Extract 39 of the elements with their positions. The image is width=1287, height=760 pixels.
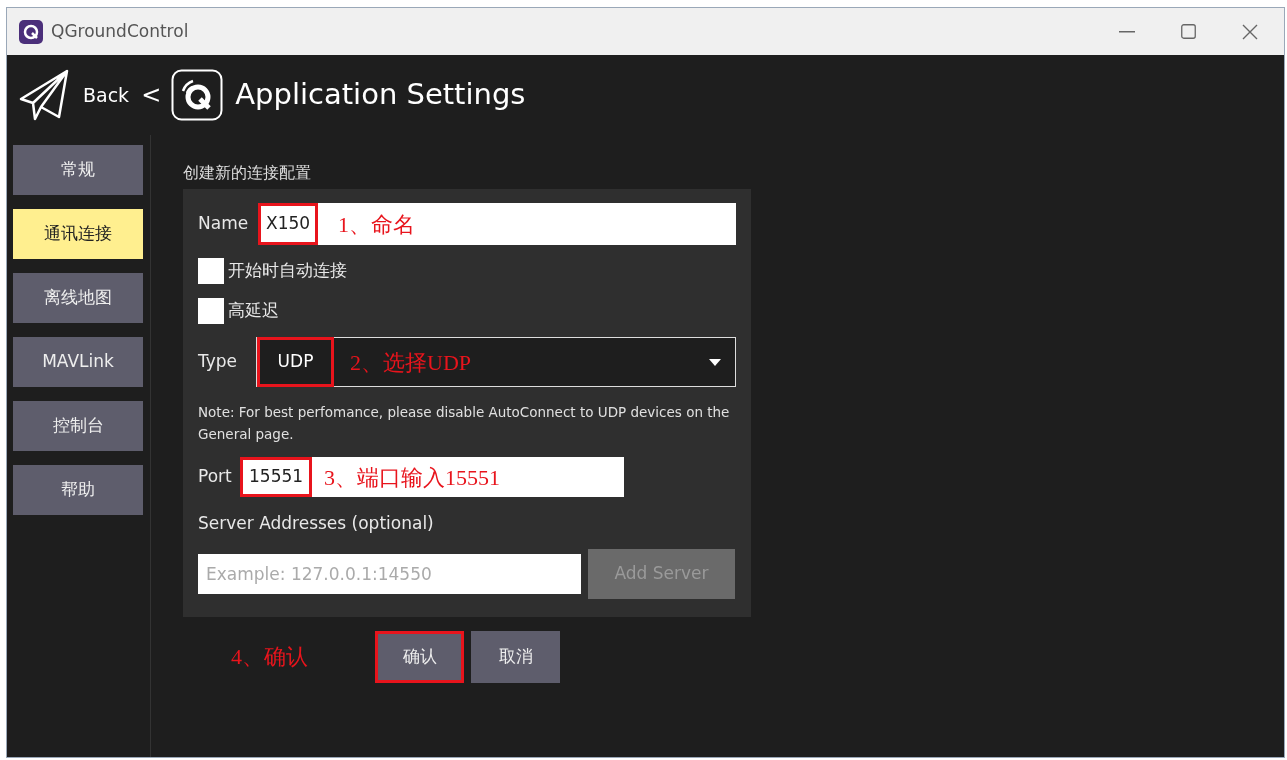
section-heading: 创建新的连接配置 — [183, 162, 312, 183]
close-icon[interactable] — [1242, 23, 1258, 40]
caret-icon — [709, 358, 721, 366]
field-label: Server Addresses (optional) — [198, 512, 435, 535]
annotation-text: 4、确认 — [231, 643, 309, 671]
sidebar-item[interactable]: MAVLink — [13, 337, 143, 387]
field-label: Type — [198, 350, 239, 374]
dropdown-value: UDP — [257, 337, 334, 387]
checkbox-label: 高延迟 — [228, 299, 279, 323]
port-field[interactable]: 15551 3、端口输入15551 — [240, 457, 624, 497]
field-label: Name — [198, 212, 250, 236]
sidebar-item[interactable]: 控制台 — [13, 401, 143, 451]
back-link[interactable]: Back — [83, 80, 130, 110]
type-dropdown[interactable]: UDP 2、选择UDP — [256, 337, 736, 387]
field-label: Port — [198, 465, 233, 489]
annotation-text: 3、端口输入15551 — [324, 463, 501, 492]
field-value: 15551 — [240, 457, 313, 497]
action-button[interactable]: 确认 — [375, 630, 464, 683]
annotation-text: 2、选择UDP — [350, 348, 471, 377]
minimize-icon[interactable] — [1119, 30, 1135, 33]
annotation-text: 1、命名 — [338, 210, 416, 239]
field-value: X150 — [258, 203, 319, 245]
maximize-icon[interactable] — [1181, 24, 1196, 39]
note-text: Note: For best perfomance, please disable AutoConnect to UDP devices on the General page. — [198, 403, 731, 444]
window-title: QGroundControl — [51, 19, 189, 43]
breadcrumb-separator: < — [141, 80, 162, 111]
name-field[interactable]: X150 1、命名 — [258, 203, 736, 245]
sidebar-item[interactable]: 帮助 — [13, 465, 143, 515]
app-logo-icon — [171, 69, 224, 121]
checkbox-label: 开始时自动连接 — [228, 259, 347, 283]
action-button[interactable]: 取消 — [471, 630, 560, 683]
sidebar-item[interactable]: 常规 — [13, 145, 143, 195]
sidebar-item[interactable]: 通讯连接 — [13, 209, 143, 259]
page-title: Application Settings — [235, 76, 526, 114]
app-logo-icon — [19, 19, 43, 44]
checkbox[interactable] — [198, 258, 224, 284]
sidebar-item[interactable]: 离线地图 — [13, 273, 143, 323]
paper-plane-icon[interactable] — [19, 69, 69, 121]
checkbox[interactable] — [198, 298, 224, 324]
